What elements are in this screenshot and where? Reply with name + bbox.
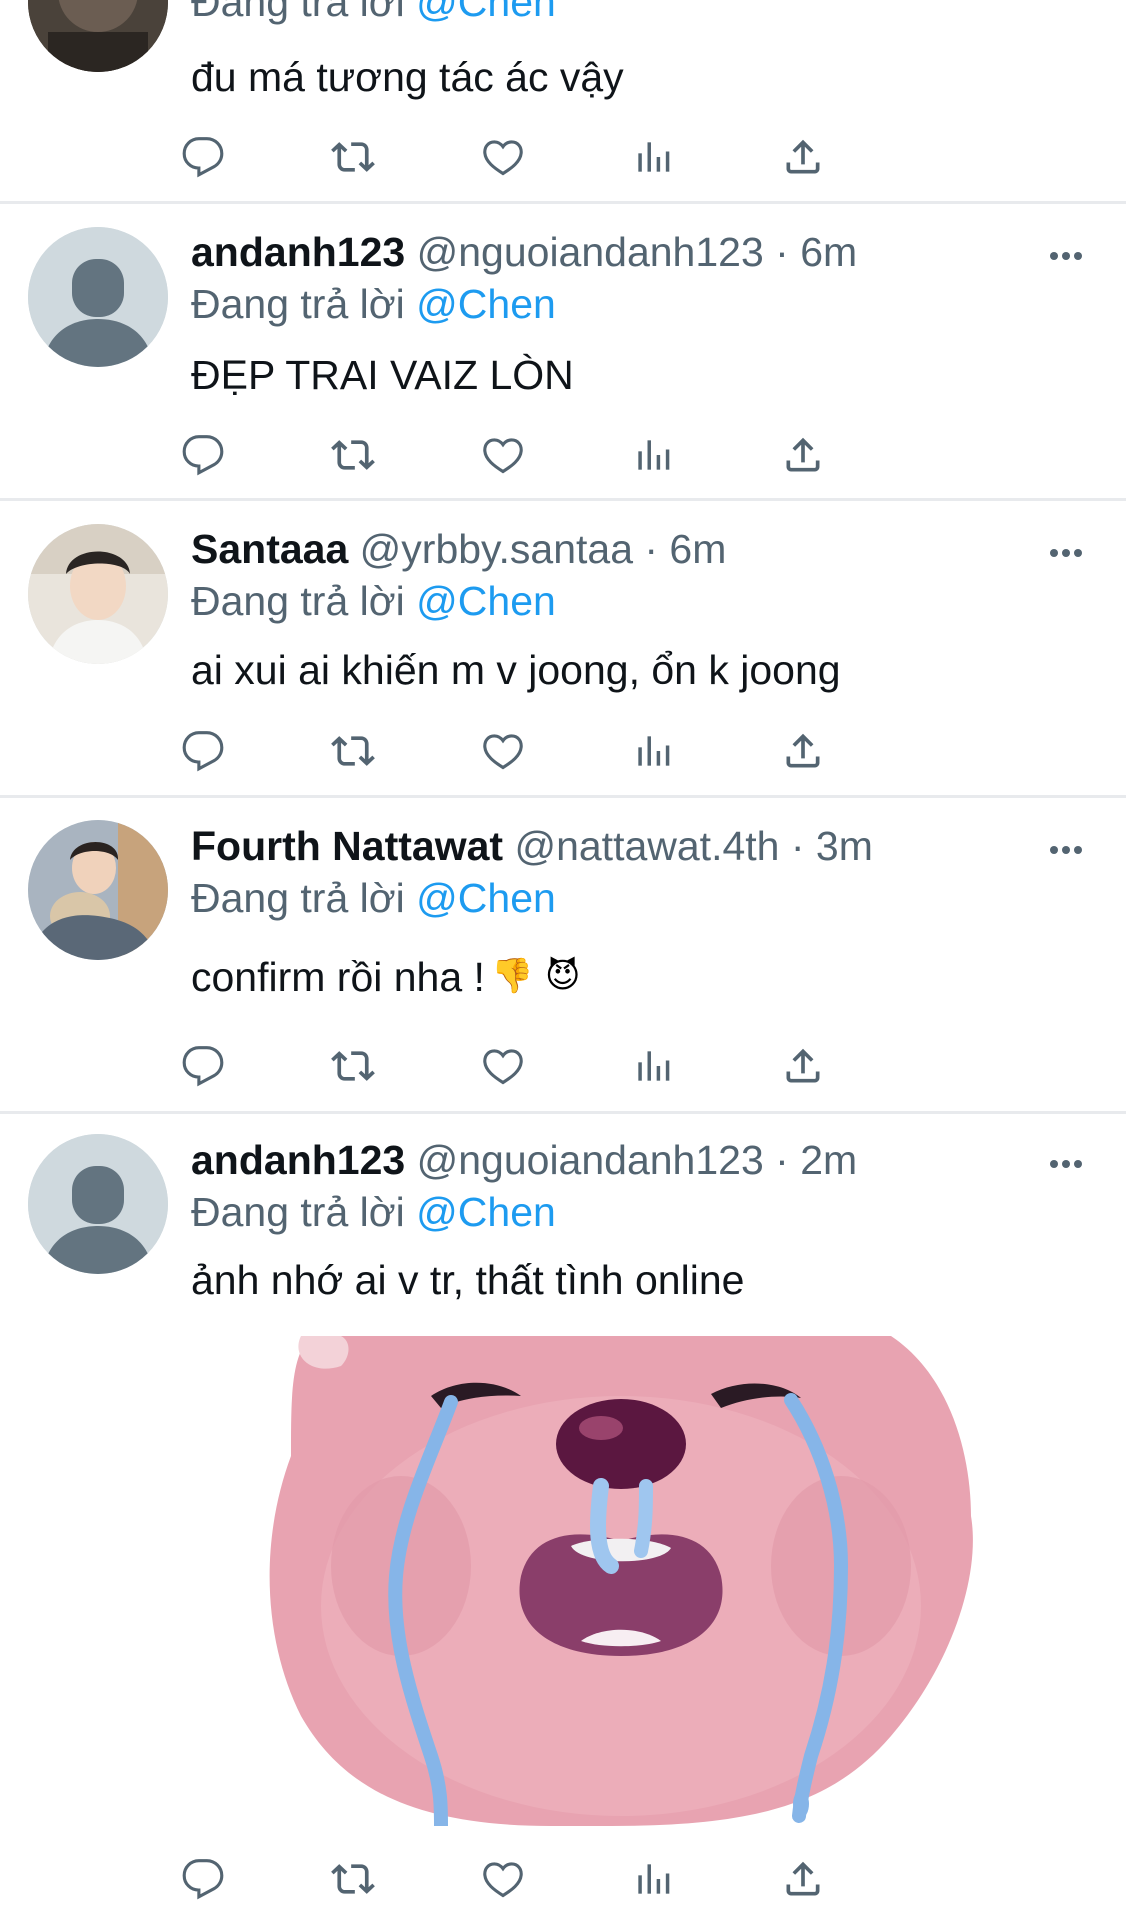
more-icon[interactable] — [1046, 246, 1086, 266]
retweet-icon[interactable] — [327, 1041, 379, 1091]
tweet[interactable]: andanh123 @nguoiandanh123 · 2m Đang trả … — [0, 1114, 1126, 1920]
more-icon[interactable] — [1046, 1154, 1086, 1174]
reply-icon[interactable] — [177, 726, 229, 776]
more-icon[interactable] — [1046, 840, 1086, 860]
display-name[interactable]: Fourth Nattawat — [191, 823, 503, 869]
tweet-actions — [182, 726, 991, 776]
svg-text:😈: 😈 — [545, 956, 580, 995]
reply-context: Đang trả lời @Chen — [191, 1189, 556, 1235]
display-name[interactable]: andanh123 — [191, 1137, 405, 1183]
mention-link[interactable]: @Chen — [416, 578, 556, 624]
mention-link[interactable]: @Chen — [416, 0, 556, 25]
handle-time: @nguoiandanh123 · 6m — [416, 229, 858, 275]
handle-time: @yrbby.santaa · 6m — [359, 526, 727, 572]
views-icon[interactable] — [627, 430, 679, 480]
display-name[interactable]: andanh123 — [191, 229, 405, 275]
tweet[interactable]: Santaaa @yrbby.santaa · 6m Đang trả lời … — [0, 501, 1126, 795]
share-icon[interactable] — [777, 1041, 829, 1091]
views-icon[interactable] — [627, 1854, 679, 1904]
mention-link[interactable]: @Chen — [416, 1189, 556, 1235]
reply-context: Đang trả lời @Chen — [191, 578, 556, 624]
like-icon[interactable] — [477, 132, 529, 182]
reply-context: Đang trả lời @Chen — [191, 875, 556, 921]
retweet-icon[interactable] — [327, 1854, 379, 1904]
avatar[interactable] — [28, 1134, 168, 1274]
reply-icon[interactable] — [177, 1041, 229, 1091]
avatar[interactable] — [28, 820, 168, 960]
tweet[interactable]: andanh123 @nguoiandanh123 · 6m Đang trả … — [0, 204, 1126, 498]
tweet-text: ĐẸP TRAI VAIZ LÒN — [191, 352, 574, 398]
views-icon[interactable] — [627, 726, 679, 776]
smiling-devil-emoji: 😈 — [541, 953, 585, 1008]
views-icon[interactable] — [627, 132, 679, 182]
tweet-actions — [182, 430, 991, 480]
views-icon[interactable] — [627, 1041, 679, 1091]
media-image[interactable] — [191, 1336, 991, 1826]
like-icon[interactable] — [477, 1854, 529, 1904]
retweet-icon[interactable] — [327, 726, 379, 776]
reply-context: Đang trả lời @Chen — [191, 281, 556, 327]
svg-text:👎: 👎 — [491, 957, 531, 995]
like-icon[interactable] — [477, 1041, 529, 1091]
tweet[interactable]: Fourth Nattawat @nattawat.4th · 3m Đang … — [0, 798, 1126, 1111]
share-icon[interactable] — [777, 726, 829, 776]
tweet-text: confirm rồi nha ! 👎 😈 — [191, 952, 585, 1008]
handle-time: @nattawat.4th · 3m — [514, 823, 873, 869]
share-icon[interactable] — [777, 430, 829, 480]
tweet-actions — [182, 1041, 991, 1091]
share-icon[interactable] — [777, 132, 829, 182]
retweet-icon[interactable] — [327, 132, 379, 182]
crying-beaver-sticker — [191, 1336, 991, 1826]
like-icon[interactable] — [477, 726, 529, 776]
tweet-actions — [182, 1854, 991, 1904]
tweet-header: Santaaa @yrbby.santaa · 6m — [191, 525, 726, 573]
tweet-header: andanh123 @nguoiandanh123 · 2m — [191, 1136, 857, 1184]
tweet-header: andanh123 @nguoiandanh123 · 6m — [191, 228, 857, 276]
tweet-text: đu má tương tác ác vậy — [191, 54, 624, 100]
avatar[interactable] — [28, 227, 168, 367]
avatar[interactable] — [28, 0, 168, 72]
tweet[interactable]: Đang trả lời @Chen đu má tương tác ác vậ… — [0, 0, 1126, 200]
tweet-actions — [182, 132, 991, 182]
reply-icon[interactable] — [177, 132, 229, 182]
handle-time: @nguoiandanh123 · 2m — [416, 1137, 858, 1183]
thumbs-down-emoji: 👎 — [487, 953, 533, 1008]
reply-icon[interactable] — [177, 1854, 229, 1904]
like-icon[interactable] — [477, 430, 529, 480]
avatar[interactable] — [28, 524, 168, 664]
mention-link[interactable]: @Chen — [416, 875, 556, 921]
display-name[interactable]: Santaaa — [191, 526, 348, 572]
reply-icon[interactable] — [177, 430, 229, 480]
retweet-icon[interactable] — [327, 430, 379, 480]
tweet-text: ai xui ai khiến m v joong, ổn k joong — [191, 647, 841, 693]
tweet-header: Fourth Nattawat @nattawat.4th · 3m — [191, 822, 873, 870]
mention-link[interactable]: @Chen — [416, 281, 556, 327]
share-icon[interactable] — [777, 1854, 829, 1904]
tweet-text: ảnh nhớ ai v tr, thất tình online — [191, 1257, 745, 1303]
more-icon[interactable] — [1046, 543, 1086, 563]
reply-context: Đang trả lời @Chen — [191, 0, 556, 26]
